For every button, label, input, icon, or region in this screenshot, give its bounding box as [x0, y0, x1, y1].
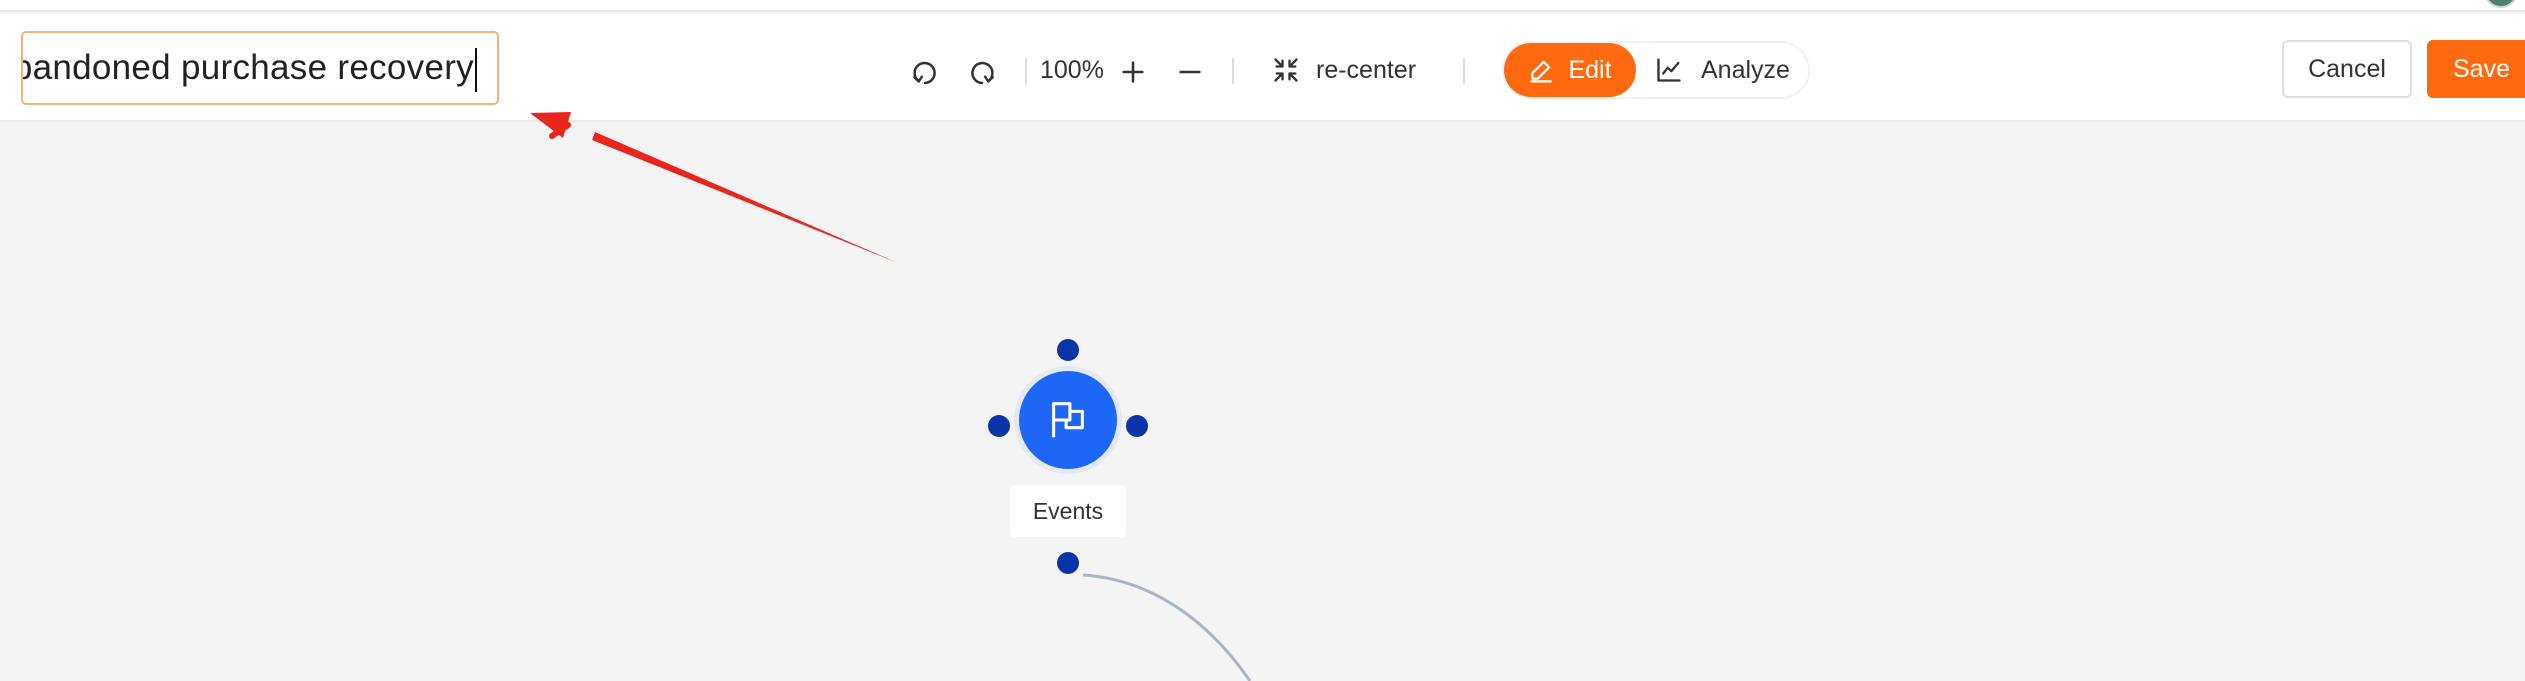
text-caret — [475, 47, 477, 92]
recenter-icon — [1272, 56, 1300, 84]
redo-icon[interactable] — [962, 53, 1002, 93]
recenter-label: re-center — [1316, 55, 1417, 84]
journey-name-text: abandoned purchase recovery — [21, 48, 474, 87]
line-chart-icon — [1655, 56, 1683, 84]
node-handle-left[interactable] — [988, 415, 1010, 437]
recenter-button[interactable]: re-center — [1272, 48, 1416, 92]
flag-icon — [1045, 397, 1091, 443]
node-handle-right[interactable] — [1126, 415, 1148, 437]
analyze-mode-button[interactable]: Analyze — [1655, 43, 1805, 97]
events-node-label: Events — [1010, 485, 1126, 537]
node-handle-top[interactable] — [1057, 339, 1079, 361]
cancel-button[interactable]: Cancel — [2282, 40, 2412, 98]
editor-toolbar: abandoned purchase recovery 100% re-cent… — [0, 14, 2525, 122]
node-handle-bottom[interactable] — [1057, 552, 1079, 574]
edit-mode-button[interactable]: Edit — [1504, 43, 1636, 97]
journey-editor: abandoned purchase recovery 100% re-cent… — [0, 0, 2525, 681]
events-node[interactable] — [1019, 371, 1117, 469]
analyze-mode-label: Analyze — [1701, 55, 1790, 84]
pencil-icon — [1528, 57, 1554, 83]
toolbar-divider — [1025, 58, 1027, 84]
journey-canvas[interactable] — [0, 122, 2525, 681]
toolbar-divider — [1232, 58, 1234, 84]
top-strip — [0, 0, 2525, 12]
save-button[interactable]: Save — [2427, 40, 2525, 98]
undo-icon[interactable] — [905, 53, 945, 93]
edit-mode-label: Edit — [1568, 55, 1612, 84]
zoom-in-icon[interactable] — [1113, 52, 1153, 92]
toolbar-divider — [1463, 58, 1465, 84]
zoom-level: 100% — [1040, 56, 1104, 84]
journey-name-input[interactable]: abandoned purchase recovery — [21, 31, 499, 105]
zoom-out-icon[interactable] — [1170, 52, 1210, 92]
